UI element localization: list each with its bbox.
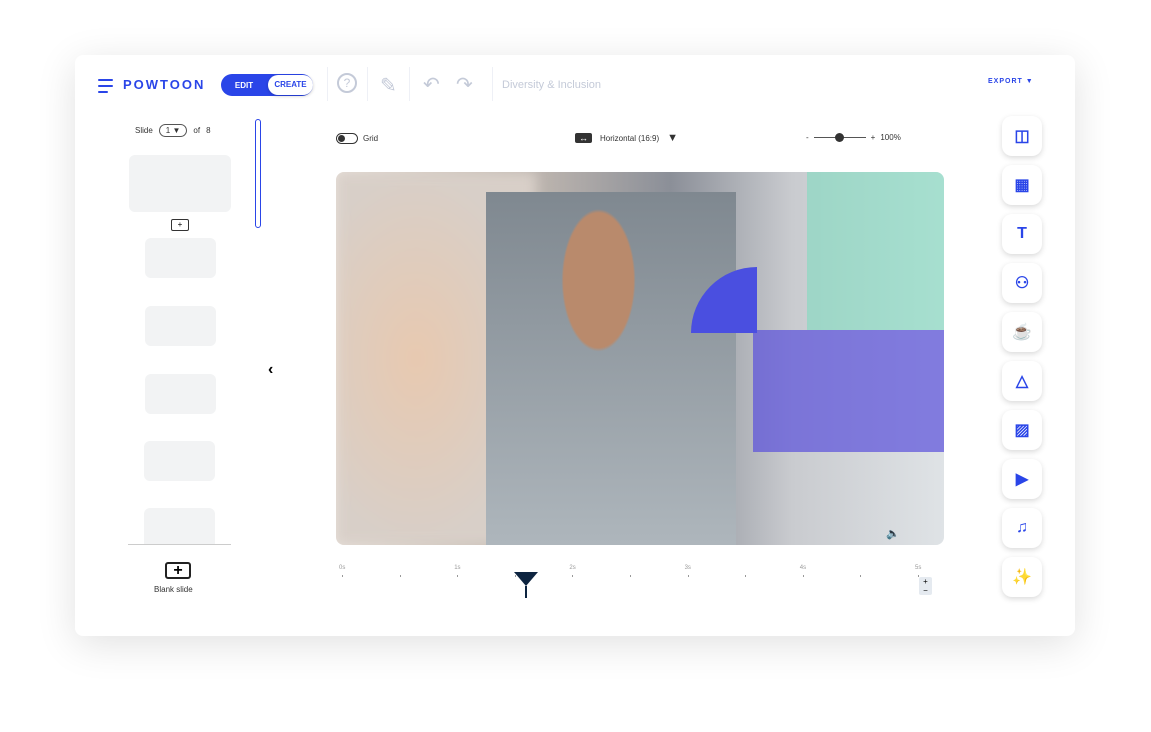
orientation-selector[interactable]: ↔ Horizontal (16:9) ▼ — [575, 132, 678, 144]
slide-canvas[interactable]: 🔈 — [336, 172, 944, 545]
divider — [128, 544, 231, 545]
slide-total: 8 — [206, 126, 211, 135]
characters-icon[interactable]: ⚇ — [1002, 263, 1042, 303]
slide-current: 1 — [165, 126, 171, 135]
timeline-tick-label: 0s — [339, 565, 346, 571]
text-icon[interactable]: T — [1002, 214, 1042, 254]
slide-thumbnail[interactable] — [145, 374, 216, 414]
slide-thumbnail[interactable] — [144, 508, 215, 544]
man-headset-image — [486, 192, 736, 545]
grid-toggle[interactable]: Grid — [336, 133, 378, 144]
images-icon[interactable]: ▨ — [1002, 410, 1042, 450]
timeline-tick-label: 2s — [569, 565, 576, 571]
playhead[interactable] — [514, 572, 539, 598]
background-icon[interactable]: ▦ — [1002, 165, 1042, 205]
layout-icon[interactable]: ◫ — [1002, 116, 1042, 156]
divider — [327, 67, 328, 101]
blank-slide-icon[interactable]: + — [165, 562, 191, 579]
grid-switch[interactable] — [336, 133, 358, 144]
purple-shape — [753, 330, 944, 452]
export-label: EXPORT — [988, 78, 1023, 85]
chevron-down-icon: ▼ — [667, 132, 679, 144]
slide-thumbnail[interactable] — [145, 306, 216, 346]
zoom-control: - + 100% — [806, 133, 901, 142]
menu-icon[interactable] — [98, 79, 113, 97]
timeline-zoom-buttons[interactable]: + − — [919, 577, 932, 595]
slide-scrollbar[interactable] — [255, 119, 261, 228]
teal-shape — [807, 172, 944, 330]
chevron-down-icon: ▼ — [1025, 78, 1034, 85]
timeline-tick — [457, 575, 459, 577]
horizontal-icon: ↔ — [575, 133, 592, 143]
collapse-panel-icon[interactable]: ‹ — [268, 361, 273, 379]
timeline-tick — [802, 575, 804, 577]
timeline-tick — [630, 575, 631, 577]
slide-thumbnail[interactable] — [145, 238, 216, 278]
create-button[interactable]: CREATE — [268, 75, 313, 95]
slide-thumbnail[interactable] — [144, 441, 215, 481]
grid-label: Grid — [363, 134, 379, 143]
volume-icon[interactable]: 🔈 — [886, 527, 900, 540]
edit-button[interactable]: EDIT — [221, 81, 267, 90]
help-icon[interactable]: ? — [337, 73, 357, 93]
timeline-tick-label: 5s — [915, 565, 922, 571]
add-slide-icon[interactable]: + — [171, 219, 189, 231]
zoom-value: 100% — [880, 133, 901, 142]
divider — [492, 67, 493, 101]
timeline-tick — [860, 575, 862, 577]
timeline-tick — [399, 575, 401, 577]
logo: POWTOON — [123, 77, 206, 92]
timeline-tick — [572, 575, 574, 577]
export-button[interactable]: EXPORT ▼ — [988, 78, 1034, 85]
divider — [409, 67, 410, 101]
zoom-out-button[interactable]: - — [806, 133, 809, 142]
edit-create-toggle[interactable]: EDIT CREATE — [221, 74, 313, 96]
timeline-tick-label: 4s — [799, 565, 807, 571]
zoom-slider[interactable] — [813, 133, 866, 142]
timeline-tick-label: 3s — [684, 565, 691, 571]
timeline-tick-label: 1s — [454, 565, 461, 571]
props-icon[interactable]: ☕ — [1002, 312, 1042, 352]
divider — [367, 67, 368, 101]
undo-icon[interactable]: ↶ — [423, 72, 440, 97]
video-icon[interactable]: ▶ — [1002, 459, 1042, 499]
orientation-label: Horizontal (16:9) — [600, 133, 660, 143]
of-label: of — [193, 126, 201, 135]
notes-icon[interactable]: ✎ — [380, 73, 397, 98]
shapes-icon[interactable]: △ — [1002, 361, 1042, 401]
blank-slide-label[interactable]: Blank slide — [154, 585, 193, 594]
zoom-in-button[interactable]: + — [871, 133, 876, 142]
timeline-tick — [687, 575, 689, 577]
timeline-tick — [745, 575, 747, 577]
slide-selector: Slide 1 ▼ of 8 — [135, 124, 211, 137]
music-icon[interactable]: ♫ — [1002, 508, 1042, 548]
redo-icon[interactable]: ↷ — [456, 72, 473, 97]
zoom-in-icon[interactable]: + — [919, 577, 932, 586]
magic-icon[interactable]: ✨ — [1002, 557, 1042, 597]
project-title[interactable]: Diversity & Inclusion — [502, 79, 601, 91]
slide-label: Slide — [135, 126, 153, 135]
zoom-out-icon[interactable]: − — [919, 586, 932, 595]
timeline-tick — [342, 575, 343, 577]
slide-thumbnail[interactable] — [129, 155, 231, 212]
slide-dropdown[interactable]: 1 ▼ — [158, 124, 188, 137]
